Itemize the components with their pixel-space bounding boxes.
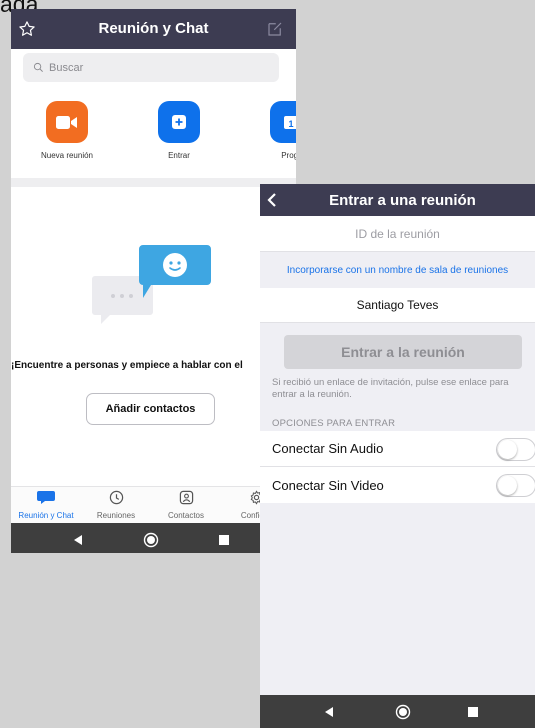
video-camera-icon	[46, 101, 88, 143]
schedule-label: Progr	[281, 151, 296, 160]
plus-icon	[158, 101, 200, 143]
option-label: Conectar Sin Video	[272, 477, 384, 493]
search-placeholder: Buscar	[49, 61, 84, 74]
search-area: Buscar	[11, 49, 296, 91]
option-no-video: Conectar Sin Video	[260, 467, 535, 503]
tab-meet-chat[interactable]: Reunión y Chat	[11, 490, 81, 520]
android-nav-bar	[260, 695, 535, 728]
add-contacts-button[interactable]: Añadir contactos	[86, 393, 215, 425]
search-input[interactable]: Buscar	[23, 53, 279, 82]
toggle-knob	[498, 440, 517, 459]
meeting-id-input[interactable]: ID de la reunión	[260, 216, 535, 252]
empty-state-message: ¡Encuentre a personas y empiece a hablar…	[11, 360, 243, 371]
top-bar: Entrar a una reunión	[260, 184, 535, 216]
toggle-knob	[498, 476, 517, 495]
home-nav-icon[interactable]	[136, 523, 166, 553]
chat-bubble-icon	[37, 491, 55, 504]
right-phone-screen: Entrar a una reunión ID de la reunión In…	[260, 184, 535, 728]
no-audio-toggle[interactable]	[496, 438, 535, 461]
tab-label: Contactos	[167, 511, 205, 520]
join-meeting-button[interactable]: Entrar a la reunión	[284, 335, 522, 369]
tab-contacts[interactable]: Contactos	[151, 490, 221, 520]
screen-title: Reunión y Chat	[98, 20, 209, 37]
svg-text:1: 1	[288, 119, 293, 129]
new-meeting-label: Nueva reunión	[40, 151, 94, 160]
bottom-tab-bar: Reunión y Chat Reuniones Contactos Confi…	[11, 486, 296, 523]
recents-nav-icon[interactable]	[458, 695, 488, 728]
join-label: Entrar	[168, 151, 190, 160]
back-nav-icon[interactable]	[314, 695, 344, 728]
top-bar: Reunión y Chat	[11, 9, 296, 49]
home-nav-icon[interactable]	[388, 695, 418, 728]
display-name-input[interactable]: Santiago Teves	[260, 288, 535, 323]
clock-icon	[109, 490, 123, 505]
recents-nav-icon[interactable]	[209, 523, 239, 553]
compose-icon[interactable]	[266, 20, 284, 43]
new-meeting-button[interactable]: Nueva reunión	[27, 101, 107, 160]
contacts-icon	[179, 490, 193, 505]
calendar-icon: 1	[270, 101, 296, 143]
join-options-header: OPCIONES PARA ENTRAR	[272, 418, 396, 429]
left-phone-screen: Reunión y Chat Buscar Nueva reunión Entr…	[11, 9, 296, 553]
screen-title: Entrar a una reunión	[329, 192, 476, 209]
tab-label: Reunión y Chat	[18, 511, 74, 520]
back-nav-icon[interactable]	[63, 523, 93, 553]
option-label: Conectar Sin Audio	[272, 441, 384, 456]
schedule-button[interactable]: 1 Progr	[251, 101, 296, 160]
option-no-audio: Conectar Sin Audio	[260, 431, 535, 467]
chat-illustration	[92, 245, 211, 324]
tab-label: Reuniones	[96, 511, 136, 520]
section-divider	[11, 178, 296, 187]
tab-meetings[interactable]: Reuniones	[81, 490, 151, 520]
invitation-hint: Si recibió un enlace de invitación, puls…	[272, 377, 509, 400]
quick-actions: Nueva reunión Entrar 1 Progr	[11, 91, 296, 178]
no-video-toggle[interactable]	[496, 474, 535, 497]
room-name-link[interactable]: Incorporarse con un nombre de sala de re…	[260, 252, 535, 288]
android-nav-bar	[11, 523, 296, 553]
join-button[interactable]: Entrar	[139, 101, 219, 160]
empty-state: ¡Encuentre a personas y empiece a hablar…	[11, 187, 296, 486]
search-icon	[33, 62, 43, 72]
